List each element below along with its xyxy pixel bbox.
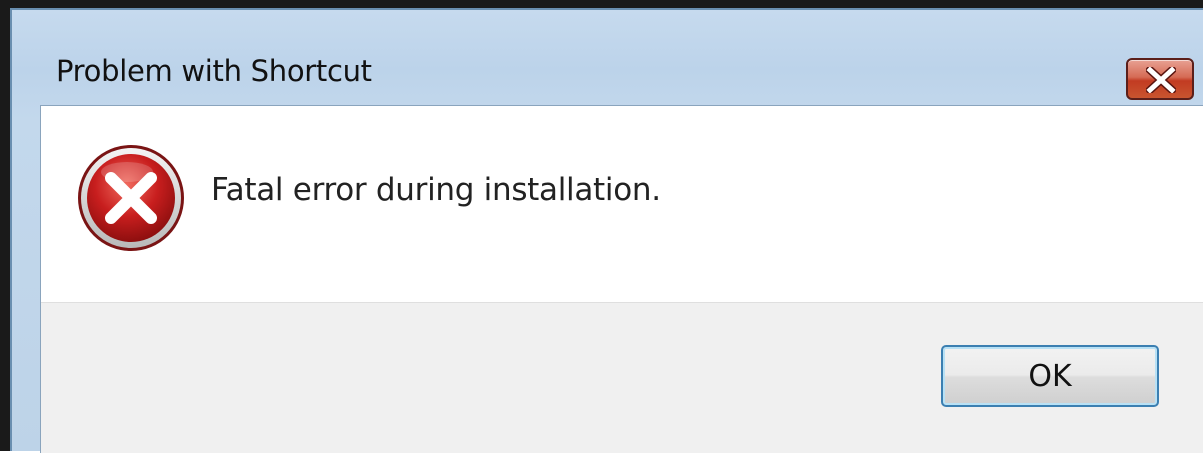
- button-bar: OK: [41, 302, 1203, 453]
- dialog-window: Problem with Shortcut Fatal error during…: [10, 8, 1203, 453]
- message-area: Fatal error during installation.: [41, 106, 1203, 302]
- background-edge-top: [0, 0, 1203, 8]
- error-icon: [78, 145, 184, 251]
- dialog-client-area: Fatal error during installation. OK: [40, 105, 1203, 453]
- close-icon: [1146, 67, 1176, 93]
- dialog-title: Problem with Shortcut: [56, 54, 372, 88]
- background-edge-left: [0, 0, 10, 451]
- ok-button[interactable]: OK: [941, 345, 1159, 407]
- close-button[interactable]: [1126, 58, 1194, 100]
- error-message: Fatal error during installation.: [211, 172, 661, 208]
- screenshot-frame: Problem with Shortcut Fatal error during…: [0, 0, 1203, 453]
- title-bar[interactable]: Problem with Shortcut: [12, 10, 1203, 104]
